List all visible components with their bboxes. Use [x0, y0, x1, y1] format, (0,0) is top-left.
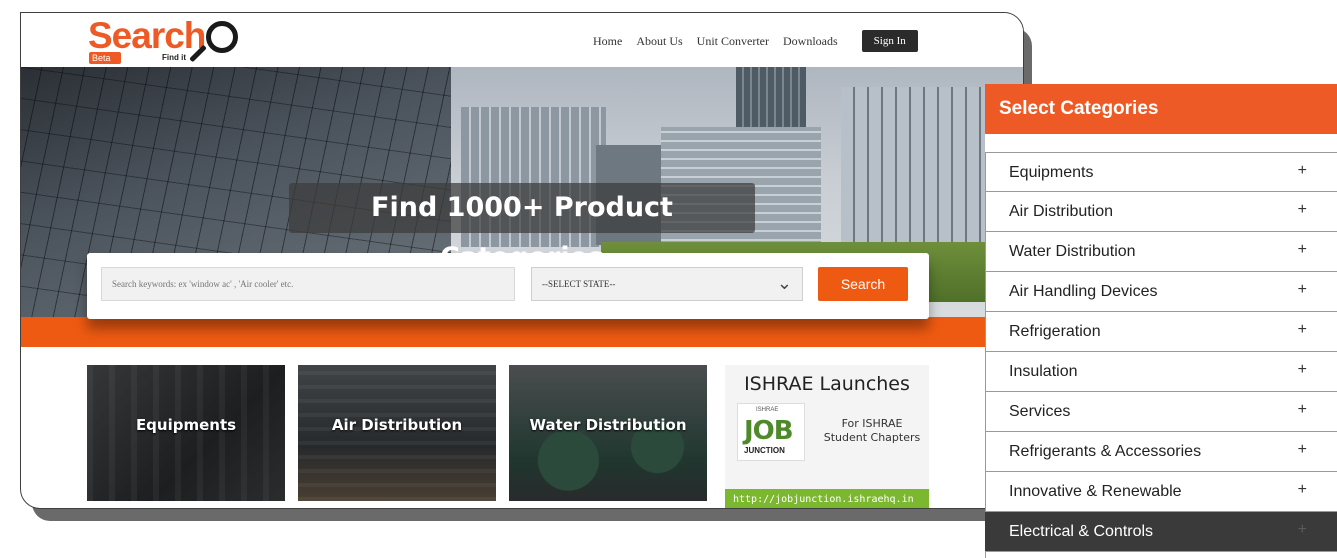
- orange-band: [21, 317, 1023, 347]
- plus-icon[interactable]: +: [1298, 401, 1307, 419]
- site-header: Search Beta Find it Home About Us Unit C…: [21, 13, 1023, 67]
- category-item-refrigerants-accessories[interactable]: Refrigerants & Accessories +: [985, 432, 1337, 472]
- category-item-innovative-renewable[interactable]: Innovative & Renewable +: [985, 472, 1337, 512]
- site-logo[interactable]: Search Beta Find it: [88, 15, 258, 65]
- ad-logo-junction: JUNCTION: [744, 446, 785, 455]
- categories-title: Select Categories: [985, 84, 1337, 134]
- plus-icon[interactable]: +: [1298, 361, 1307, 379]
- category-label: Services: [1009, 403, 1071, 420]
- chevron-down-icon: ⌄: [776, 273, 792, 293]
- category-item-air-handling-devices[interactable]: Air Handling Devices +: [985, 272, 1337, 312]
- category-card-equipments[interactable]: Equipments: [87, 365, 285, 501]
- magnifier-icon: [206, 21, 238, 53]
- nav-about-us[interactable]: About Us: [636, 34, 682, 49]
- plus-icon[interactable]: +: [1298, 481, 1307, 499]
- ad-logo-small-text: ISHRAE: [756, 407, 779, 413]
- ad-title: ISHRAE Launches: [744, 373, 910, 395]
- job-junction-logo: ISHRAE JOB JUNCTION: [737, 403, 805, 461]
- category-label: Electrical & Controls: [1009, 523, 1154, 540]
- category-item-air-distribution[interactable]: Air Distribution +: [985, 192, 1337, 232]
- main-nav: Home About Us Unit Converter Downloads S…: [593, 30, 918, 52]
- category-label: Water Distribution: [1009, 243, 1136, 260]
- category-label: Insulation: [1009, 363, 1078, 380]
- category-card-air-distribution[interactable]: Air Distribution: [298, 365, 496, 501]
- category-label: Innovative & Renewable: [1009, 483, 1182, 500]
- ad-subtitle-line: Student Chapters: [823, 431, 921, 444]
- nav-downloads[interactable]: Downloads: [783, 34, 838, 49]
- hero-title-box: Find 1000+ Product Categories: [289, 183, 755, 273]
- category-item-electrical-controls[interactable]: Electrical & Controls +: [985, 512, 1337, 552]
- nav-home[interactable]: Home: [593, 34, 622, 49]
- ad-subtitle: For ISHRAE Student Chapters: [817, 417, 927, 445]
- state-select-value: --SELECT STATE--: [542, 279, 616, 289]
- plus-icon[interactable]: +: [1298, 162, 1307, 180]
- sign-in-button[interactable]: Sign In: [861, 30, 918, 52]
- ad-logo-job: JOB: [744, 416, 794, 446]
- beta-badge: Beta: [89, 52, 121, 64]
- nav-unit-converter[interactable]: Unit Converter: [697, 34, 769, 49]
- category-label: Equipments: [1009, 164, 1094, 181]
- select-categories-panel: Select Categories Equipments + Air Distr…: [985, 84, 1337, 558]
- state-select[interactable]: --SELECT STATE-- ⌄: [531, 267, 803, 301]
- category-item-equipments[interactable]: Equipments +: [985, 152, 1337, 192]
- category-item-refrigeration[interactable]: Refrigeration +: [985, 312, 1337, 352]
- category-label: Refrigerants & Accessories: [1009, 443, 1202, 460]
- plus-icon[interactable]: +: [1298, 201, 1307, 219]
- hero-title: Find 1000+ Product Categories: [371, 192, 673, 273]
- category-card-water-distribution[interactable]: Water Distribution: [509, 365, 707, 501]
- category-item-services[interactable]: Services +: [985, 392, 1337, 432]
- category-item-water-distribution[interactable]: Water Distribution +: [985, 232, 1337, 272]
- logo-tagline: Find it: [162, 53, 186, 62]
- card-label: Water Distribution: [529, 416, 687, 434]
- category-item-insulation[interactable]: Insulation +: [985, 352, 1337, 392]
- search-panel: --SELECT STATE-- ⌄ Search: [87, 253, 929, 319]
- plus-icon[interactable]: +: [1298, 321, 1307, 339]
- browser-frame: Search Beta Find it Home About Us Unit C…: [20, 12, 1024, 509]
- category-label: Air Distribution: [1009, 203, 1114, 220]
- ad-subtitle-line: For ISHRAE: [841, 417, 903, 430]
- category-label: Refrigeration: [1009, 323, 1101, 340]
- plus-icon[interactable]: +: [1298, 521, 1307, 539]
- logo-wordmark: Search: [88, 15, 206, 56]
- category-label: Air Handling Devices: [1009, 283, 1158, 300]
- categories-list: Equipments + Air Distribution + Water Di…: [985, 152, 1337, 552]
- ad-link[interactable]: http://jobjunction.ishraehq.in: [725, 489, 929, 508]
- card-label: Air Distribution: [331, 416, 463, 434]
- search-input[interactable]: [101, 267, 515, 301]
- plus-icon[interactable]: +: [1298, 241, 1307, 259]
- search-button[interactable]: Search: [818, 267, 908, 301]
- plus-icon[interactable]: +: [1298, 281, 1307, 299]
- job-junction-ad[interactable]: ISHRAE Launches ISHRAE JOB JUNCTION For …: [725, 365, 929, 508]
- card-label: Equipments: [135, 416, 237, 434]
- plus-icon[interactable]: +: [1298, 441, 1307, 459]
